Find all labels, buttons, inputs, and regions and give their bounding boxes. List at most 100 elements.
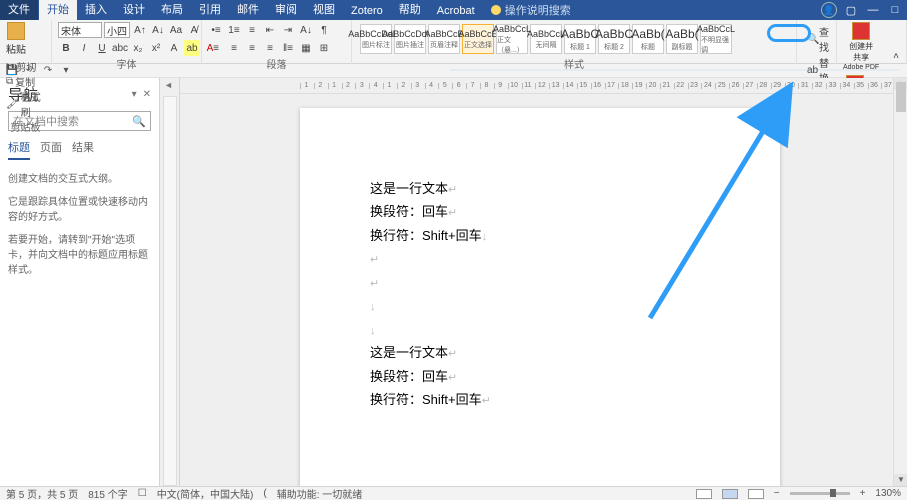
indent-inc-icon[interactable]: ⇥ — [280, 22, 296, 38]
style-card[interactable]: AaBb(副标题 — [666, 24, 698, 54]
style-card[interactable]: AaBbCcE页眉注释 — [428, 24, 460, 54]
align-left-icon[interactable]: ≡ — [208, 40, 224, 56]
multilevel-icon[interactable]: ≡ — [244, 22, 260, 38]
ribbon-options-icon[interactable]: ▢ — [843, 4, 859, 17]
strike-button[interactable]: abc — [112, 40, 128, 56]
line-spacing-icon[interactable]: ‖≡ — [280, 40, 296, 56]
find-button[interactable]: 🔍查找 — [807, 24, 826, 54]
nav-help-1: 创建文档的交互式大纲。 — [8, 172, 151, 187]
zoom-slider-thumb[interactable] — [830, 489, 836, 497]
style-sample: AaBbCcE — [458, 29, 497, 39]
tab-file[interactable]: 文件 — [0, 0, 38, 20]
style-sample: AaBbCcL — [527, 29, 565, 39]
nav-close-icon[interactable]: ✕ — [143, 89, 151, 100]
style-card[interactable]: AaBbCcL无间隔 — [530, 24, 562, 54]
show-marks-icon[interactable]: ¶ — [316, 22, 332, 38]
status-words[interactable]: 815 个字 — [88, 486, 127, 501]
change-case-icon[interactable]: Aa — [168, 22, 184, 38]
doc-line: ↓ — [370, 319, 710, 340]
bold-button[interactable]: B — [58, 40, 74, 56]
styles-gallery[interactable]: AaBbCcDdEe图片标注 AaBbCcDdEe图片插注 AaBbCcE页眉注… — [358, 22, 790, 56]
format-painter-button[interactable]: 🖌格式刷 — [6, 89, 45, 119]
italic-button[interactable]: I — [76, 40, 92, 56]
ruler-toggle-icon[interactable]: ◄ — [164, 80, 173, 90]
bullets-icon[interactable]: •≡ — [208, 22, 224, 38]
style-card[interactable]: AaBbC标题 1 — [564, 24, 596, 54]
style-sample: AaBb( — [665, 27, 698, 41]
collapse-ribbon-icon[interactable]: ˄ — [888, 48, 904, 64]
style-card[interactable]: AaBbCcL正文（悬...） — [496, 24, 528, 54]
tab-mailings[interactable]: 邮件 — [229, 0, 267, 20]
tab-design[interactable]: 设计 — [115, 0, 153, 20]
create-share-pdf-button[interactable]: 创建并共享Adobe PDF — [843, 22, 879, 71]
maximize-icon[interactable]: □ — [887, 4, 903, 16]
shading-icon[interactable]: ▦ — [298, 40, 314, 56]
subscript-button[interactable]: x₂ — [130, 40, 146, 56]
tab-insert[interactable]: 插入 — [77, 0, 115, 20]
horizontal-ruler[interactable]: 1212341234567891011121314151617181920212… — [180, 78, 907, 94]
tab-zotero[interactable]: Zotero — [343, 2, 391, 20]
highlight-icon[interactable]: ab — [184, 40, 200, 56]
zoom-out-icon[interactable]: − — [774, 488, 780, 499]
tell-me-label: 操作说明搜索 — [505, 2, 571, 18]
style-card[interactable]: AaBbCcL不明显强调 — [700, 24, 732, 54]
nav-help-3: 若要开始，请转到"开始"选项卡，并向文档中的标题应用标题样式。 — [8, 233, 151, 278]
doc-line: 换段符：回车↵ — [370, 366, 710, 387]
scroll-down-icon[interactable]: ▼ — [894, 474, 907, 486]
style-card[interactable]: AaBbC标题 2 — [598, 24, 630, 54]
align-center-icon[interactable]: ≡ — [226, 40, 242, 56]
indent-dec-icon[interactable]: ⇤ — [262, 22, 278, 38]
style-card[interactable]: AaBbCcDdEe图片插注 — [394, 24, 426, 54]
tab-review[interactable]: 审阅 — [267, 0, 305, 20]
superscript-button[interactable]: x² — [148, 40, 164, 56]
account-icon[interactable]: 👤 — [821, 2, 837, 18]
document-area[interactable]: 1212341234567891011121314151617181920212… — [180, 78, 907, 486]
underline-button[interactable]: U — [94, 40, 110, 56]
document-page[interactable]: 这是一行文本↵ 换段符：回车↵ 换行符：Shift+回车↓ ↵ ↵ ↓ ↓ 这是… — [300, 108, 780, 486]
tab-layout[interactable]: 布局 — [153, 0, 191, 20]
vertical-scrollbar[interactable]: ▲ ▼ — [893, 78, 907, 486]
group-clipboard: 粘贴 ✂剪切 ⧉复制 🖌格式刷 剪贴板 — [0, 20, 52, 64]
nav-tab-results[interactable]: 结果 — [72, 139, 94, 160]
shrink-font-icon[interactable]: A↓ — [150, 22, 166, 38]
paste-button[interactable]: 粘贴 — [6, 22, 26, 56]
nav-tab-pages[interactable]: 页面 — [40, 139, 62, 160]
align-right-icon[interactable]: ≡ — [244, 40, 260, 56]
nav-tab-headings[interactable]: 标题 — [8, 139, 30, 160]
menu-tab-strip: 文件 开始 插入 设计 布局 引用 邮件 审阅 视图 Zotero 帮助 Acr… — [0, 0, 907, 20]
zoom-level[interactable]: 130% — [875, 488, 901, 499]
borders-icon[interactable]: ⊞ — [316, 40, 332, 56]
style-card[interactable]: AaBb(标题 — [632, 24, 664, 54]
style-card-selected[interactable]: AaBbCcE正文选择 — [462, 24, 494, 54]
font-name-select[interactable]: 宋体 — [58, 22, 102, 38]
tell-me-search[interactable]: 操作说明搜索 — [491, 2, 571, 18]
nav-dropdown-icon[interactable]: ▾ — [132, 89, 137, 100]
vertical-ruler[interactable] — [163, 96, 177, 486]
status-page[interactable]: 第 5 页，共 5 页 — [6, 486, 78, 501]
nav-help-2: 它是跟踪具体位置或快速移动内容的好方式。 — [8, 195, 151, 225]
tab-acrobat[interactable]: Acrobat — [429, 2, 483, 20]
text-effects-icon[interactable]: A — [166, 40, 182, 56]
clear-format-icon[interactable]: A̸ — [186, 22, 202, 38]
status-accessibility[interactable]: 辅助功能: 一切就绪 — [277, 486, 363, 501]
status-language[interactable]: 中文(简体，中国大陆) — [157, 486, 254, 501]
view-read-icon[interactable] — [696, 489, 712, 499]
minimize-icon[interactable]: — — [865, 4, 881, 16]
tab-home[interactable]: 开始 — [39, 0, 77, 20]
cut-button[interactable]: ✂剪切 — [6, 59, 45, 74]
align-justify-icon[interactable]: ≡ — [262, 40, 278, 56]
view-web-icon[interactable] — [748, 489, 764, 499]
scroll-thumb[interactable] — [896, 82, 906, 112]
tab-view[interactable]: 视图 — [305, 0, 343, 20]
font-size-select[interactable]: 小四 — [104, 22, 130, 38]
copy-button[interactable]: ⧉复制 — [6, 74, 45, 89]
sort-icon[interactable]: A↓ — [298, 22, 314, 38]
zoom-in-icon[interactable]: + — [860, 488, 866, 499]
grow-font-icon[interactable]: A↑ — [132, 22, 148, 38]
zoom-slider[interactable] — [790, 492, 850, 495]
tab-help[interactable]: 帮助 — [391, 0, 429, 20]
style-name: 页眉注释 — [430, 40, 458, 50]
view-print-icon[interactable] — [722, 489, 738, 499]
numbering-icon[interactable]: 1≡ — [226, 22, 242, 38]
tab-references[interactable]: 引用 — [191, 0, 229, 20]
